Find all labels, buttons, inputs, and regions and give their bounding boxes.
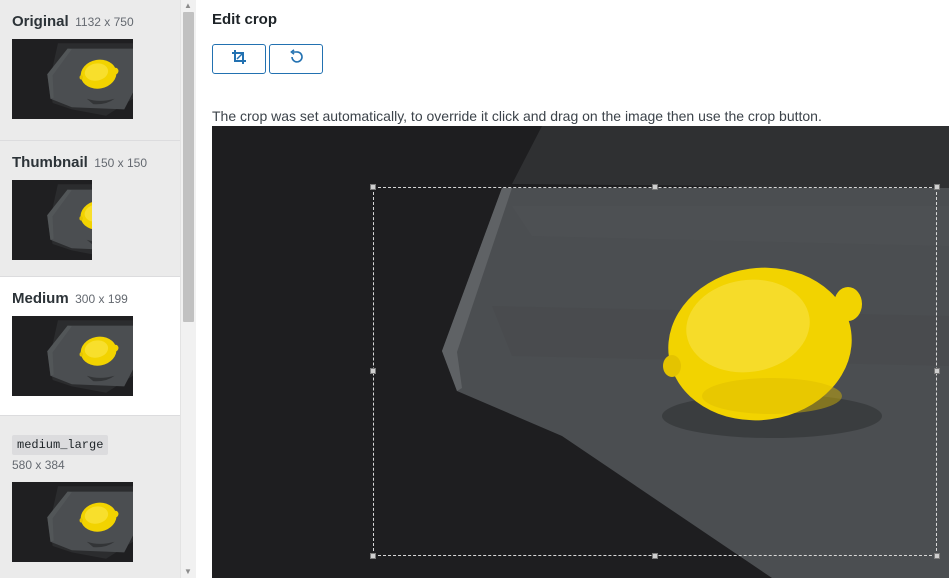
size-item-thumbnail[interactable]: Thumbnail 150 x 150 [0, 141, 180, 277]
size-thumbnail [12, 39, 133, 119]
scroll-up-arrow-icon[interactable]: ▲ [184, 2, 192, 10]
size-dimensions: 300 x 199 [75, 292, 128, 306]
size-label-row: Medium 300 x 199 [12, 289, 128, 309]
size-name-code: medium_large [12, 435, 109, 455]
crop-image-area[interactable] [212, 126, 949, 578]
size-dimensions: 580 x 384 [12, 458, 65, 472]
crop-handle-n[interactable] [652, 184, 658, 190]
size-name: Thumbnail [12, 154, 88, 171]
size-thumbnail [12, 180, 92, 260]
crop-handle-nw[interactable] [370, 184, 376, 190]
crop-editor-panel: Edit crop The crop was set automatically… [196, 0, 949, 578]
scrollbar-thumb[interactable] [183, 12, 194, 322]
size-dimensions: 150 x 150 [94, 156, 147, 170]
crop-handle-w[interactable] [370, 368, 376, 374]
undo-button[interactable] [269, 44, 323, 74]
undo-icon [288, 48, 304, 70]
sidebar-scrollbar[interactable]: ▲ ▼ [180, 0, 196, 578]
size-thumbnail [12, 482, 133, 562]
crop-handle-e[interactable] [934, 368, 940, 374]
crop-handle-s[interactable] [652, 553, 658, 559]
crop-handle-se[interactable] [934, 553, 940, 559]
size-item-original[interactable]: Original 1132 x 750 [0, 0, 180, 141]
edit-crop-title: Edit crop [212, 11, 278, 28]
size-name: Original [12, 13, 69, 30]
image-size-list: Original 1132 x 750 Thumbnail 150 x 150 … [0, 0, 180, 578]
crop-handle-sw[interactable] [370, 553, 376, 559]
size-dimensions: 1132 x 750 [75, 15, 134, 29]
image-sizes-sidebar: Original 1132 x 750 Thumbnail 150 x 150 … [0, 0, 196, 578]
size-item-medium[interactable]: Medium 300 x 199 [0, 277, 180, 416]
size-label-row: Thumbnail 150 x 150 [12, 153, 147, 173]
size-label-row: Original 1132 x 750 [12, 12, 134, 32]
size-name: Medium [12, 290, 69, 307]
scroll-down-arrow-icon[interactable]: ▼ [184, 568, 192, 576]
size-label-row: medium_large [12, 434, 109, 455]
crop-icon [231, 49, 247, 70]
size-thumbnail [12, 316, 133, 396]
crop-instructions: The crop was set automatically, to overr… [212, 108, 822, 124]
crop-button[interactable] [212, 44, 266, 74]
crop-handle-ne[interactable] [934, 184, 940, 190]
crop-selection-box[interactable] [370, 184, 940, 559]
size-item-medium-large[interactable]: medium_large 580 x 384 [0, 416, 180, 578]
